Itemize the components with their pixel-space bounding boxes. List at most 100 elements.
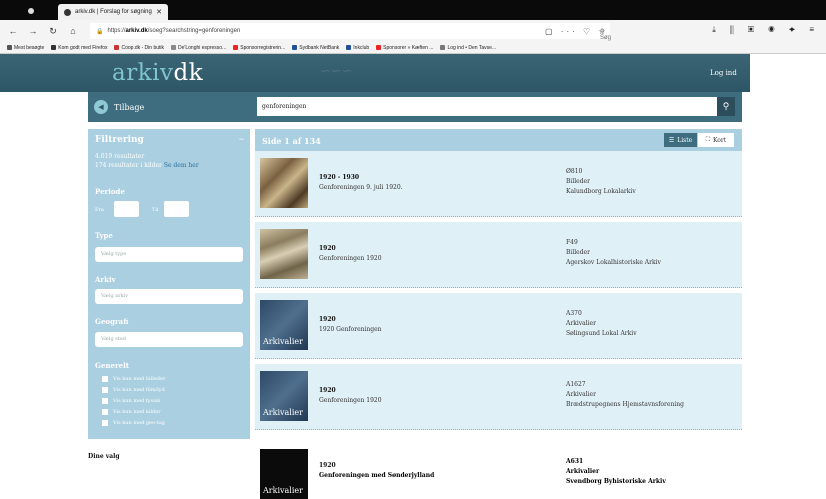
result-main: 1920 1920 Genforeningen	[319, 315, 382, 335]
bookmark-item[interactable]: Log ind • Den Tavse...	[440, 45, 496, 51]
results-header: Side 1 af 134 ☰ Liste ⛶ Kort	[255, 129, 742, 151]
url-text: https://arkiv.dk/soeg?searchstring=genfo…	[107, 28, 241, 34]
general-label: Generelt	[95, 361, 130, 370]
result-type: Arkivalier	[566, 391, 596, 398]
map-view-button[interactable]: ⛶ Kort	[698, 133, 734, 147]
filter-checkbox-geotag[interactable]: Vis kun med geo-tag	[102, 420, 165, 426]
result-row[interactable]: Arkivalier 1920 1920 Genforeningen A370 …	[255, 293, 742, 359]
sources-link[interactable]: Se dem her	[164, 162, 199, 169]
sponsor-icon	[233, 45, 239, 50]
login-link[interactable]: Log ind	[710, 69, 737, 77]
browser-tab[interactable]: arkiv.dk | Forslag for søgning ✕	[58, 4, 168, 20]
search-icon[interactable]: ⚲	[717, 97, 735, 116]
result-title[interactable]: Genforeningen 9. juli 1920.	[319, 183, 403, 193]
from-year-input[interactable]	[114, 201, 139, 217]
filter-checkbox-sources[interactable]: Vis kun med kilder	[102, 409, 161, 415]
bookmarks-bar: Mest besøgte Kom godt med Firefox Coop.d…	[0, 42, 826, 54]
checkbox[interactable]	[102, 420, 108, 426]
result-row[interactable]: Arkivalier 1920 Genforeningen 1920 A1627…	[255, 364, 742, 430]
lock-icon: 🔒	[96, 28, 104, 35]
result-title[interactable]: Genforeningen med Sønderjylland	[319, 471, 434, 481]
bookmark-item[interactable]: De'Longhi espresso...	[171, 45, 226, 51]
checkbox[interactable]	[102, 398, 108, 404]
bookmark-item[interactable]: Kom godt med Firefox	[51, 45, 107, 51]
result-meta: Ø810 Billeder Kalundborg Lokalarkiv	[566, 167, 636, 197]
to-year-input[interactable]	[164, 201, 189, 217]
header-decoration: ∽∽∽	[320, 64, 353, 79]
bookmark-item[interactable]: Sydbank NetBank	[292, 45, 339, 51]
sponsor-icon	[376, 45, 382, 50]
back-label: Tilbage	[114, 102, 145, 112]
browser-search-field[interactable]: ⚲ Søg	[600, 28, 611, 41]
result-row[interactable]: Arkivalier 1920 Genforeningen med Sønder…	[255, 441, 742, 499]
result-row[interactable]: 1920 Genforeningen 1920 F49 Billeder Age…	[255, 222, 742, 288]
bookmark-item[interactable]: Mest besøgte	[7, 45, 44, 51]
result-summary: 4.019 resultater 174 resultater i kilder…	[95, 152, 199, 170]
filter-checkbox-media[interactable]: Vis kun med film/lyd	[102, 387, 165, 393]
result-meta: A370 Arkivalier Sølingsund Lokal Arkiv	[566, 309, 637, 339]
thumbnail-label: Arkivalier	[263, 408, 303, 417]
list-view-button[interactable]: ☰ Liste	[664, 133, 697, 147]
bookmark-item[interactable]: Inkclub	[346, 45, 369, 51]
result-archive: Brædstrupegnens Hjemstavnsforening	[566, 401, 684, 408]
archive-select[interactable]: Vælg arkiv	[95, 289, 243, 304]
window-control-icon[interactable]	[28, 8, 34, 14]
arrow-left-icon: ◀	[94, 100, 108, 114]
bookmark-item[interactable]: Coop.dk - Din butik	[114, 45, 164, 51]
result-meta: F49 Billeder Agerskov Lokalhistoriske Ar…	[566, 238, 661, 268]
home-icon[interactable]: ⌂	[66, 26, 80, 36]
bookmark-item[interactable]: Sponsorregistrerin...	[233, 45, 285, 51]
result-main: 1920 Genforeningen 1920	[319, 386, 382, 406]
page-info: Side 1 af 134	[262, 136, 321, 146]
result-archive: Agerskov Lokalhistoriske Arkiv	[566, 259, 661, 266]
type-select[interactable]: Vælg type	[95, 247, 243, 262]
result-thumbnail[interactable]: Arkivalier	[260, 449, 308, 499]
result-date: 1920	[319, 316, 336, 323]
thumbnail-label: Arkivalier	[263, 486, 303, 495]
result-thumbnail[interactable]	[260, 158, 308, 208]
result-thumbnail[interactable]: Arkivalier	[260, 371, 308, 421]
bookmark-icon	[7, 45, 12, 50]
result-type: Billeder	[566, 249, 590, 256]
result-meta: A1627 Arkivalier Brædstrupegnens Hjemsta…	[566, 380, 684, 410]
inkclub-icon	[346, 45, 352, 50]
result-title[interactable]: Genforeningen 1920	[319, 396, 382, 406]
result-id: A370	[566, 310, 582, 317]
result-thumbnail[interactable]: Arkivalier	[260, 300, 308, 350]
result-type: Arkivalier	[566, 320, 596, 327]
delonghi-icon	[171, 45, 177, 50]
checkbox[interactable]	[102, 409, 108, 415]
address-bar[interactable]: 🔒 https://arkiv.dk/soeg?searchstring=gen…	[90, 23, 611, 41]
map-icon: ⛶	[705, 136, 710, 143]
tab-title: arkiv.dk | Forslag for søgning	[75, 9, 152, 15]
back-arrow-icon[interactable]: ←	[6, 26, 20, 36]
result-main: 1920 Genforeningen 1920	[319, 244, 382, 264]
close-icon[interactable]: ✕	[156, 8, 162, 16]
result-archive: Svendborg Byhistoriske Arkiv	[566, 478, 666, 485]
reload-icon[interactable]: ↻	[46, 26, 60, 37]
result-row[interactable]: 1920 - 1930 Genforeningen 9. juli 1920. …	[255, 151, 742, 217]
filter-checkbox-physical[interactable]: Vis kun med fysisk	[102, 398, 160, 404]
browser-tab-bar: arkiv.dk | Forslag for søgning ✕	[0, 0, 826, 20]
site-header: arkivdk ∽∽∽ Log ind	[0, 54, 750, 92]
thumbnail-label: Arkivalier	[263, 337, 303, 346]
back-button[interactable]: ◀ Tilbage	[94, 98, 164, 116]
collapse-icon[interactable]: −	[239, 134, 244, 144]
filter-checkbox-images[interactable]: Vis kun med billeder	[102, 376, 165, 382]
toolbar-icons[interactable]: ⤓ ⫼ ▣ ◉ ✦ ≡	[712, 25, 820, 35]
filter-sidebar: Filtrering − 4.019 resultater 174 result…	[88, 129, 250, 439]
bookmark-item[interactable]: Sponsorer » Kæften ...	[376, 45, 433, 51]
forward-arrow-icon[interactable]: →	[26, 26, 40, 36]
to-label: Til	[152, 207, 159, 213]
result-title[interactable]: Genforeningen 1920	[319, 254, 382, 264]
checkbox[interactable]	[102, 387, 108, 393]
geo-select[interactable]: Vælg sted	[95, 332, 243, 347]
checkbox[interactable]	[102, 376, 108, 382]
result-date: 1920	[319, 245, 336, 252]
site-logo[interactable]: arkivdk	[112, 60, 203, 86]
result-title[interactable]: 1920 Genforeningen	[319, 325, 382, 335]
result-thumbnail[interactable]	[260, 229, 308, 279]
result-date: 1920 - 1930	[319, 174, 360, 181]
result-id: A631	[566, 458, 584, 465]
search-input[interactable]: genforeningen	[257, 97, 717, 116]
